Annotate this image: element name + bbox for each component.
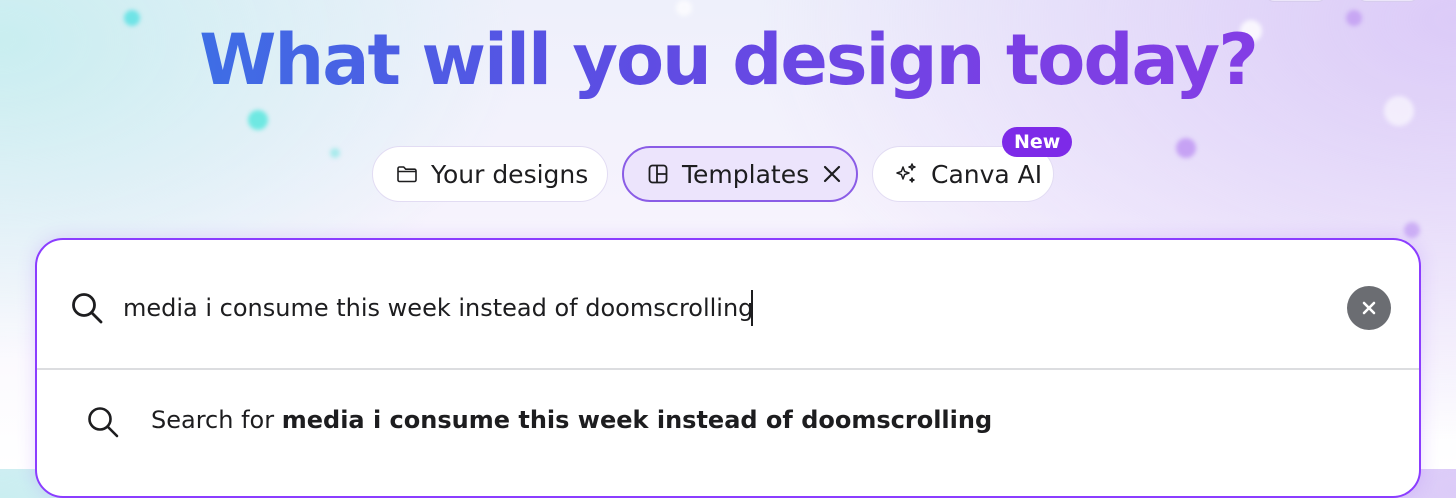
search-icon [88, 407, 119, 438]
template-icon [648, 164, 668, 184]
clear-search-button[interactable] [1347, 286, 1391, 330]
tab-your-designs[interactable]: Your designs [372, 146, 608, 202]
new-badge: New [1002, 127, 1073, 157]
search-icon [72, 293, 103, 324]
tab-templates[interactable]: Templates [622, 146, 858, 202]
folder-icon [397, 166, 417, 183]
tab-label: Your designs [431, 159, 589, 189]
background-sparkle [1176, 138, 1196, 158]
clear-icon [1362, 301, 1376, 315]
background-sparkle [330, 148, 340, 158]
page-headline: What will you design today? [0, 18, 1456, 102]
sparkle-icon [896, 163, 916, 183]
top-edge-tab[interactable] [1266, 0, 1326, 2]
search-suggestion[interactable]: Search for media i consume this week ins… [37, 372, 1419, 472]
top-edge-tab[interactable] [1358, 0, 1418, 2]
suggestion-text: Search for media i consume this week ins… [151, 406, 992, 434]
tab-label: Canva AI [931, 159, 1043, 189]
suggestion-query: media i consume this week instead of doo… [281, 406, 993, 434]
tab-label: Templates [682, 159, 810, 189]
text-cursor [751, 290, 753, 326]
search-panel: Search for media i consume this week ins… [35, 238, 1421, 498]
background-sparkle [676, 0, 692, 16]
background-sparkle [248, 110, 268, 130]
background-sparkle [1404, 222, 1420, 238]
search-input[interactable] [123, 288, 1313, 328]
suggestion-prefix: Search for [151, 406, 275, 434]
search-bar [37, 240, 1419, 370]
close-icon[interactable] [821, 163, 843, 185]
divider [37, 368, 1419, 370]
